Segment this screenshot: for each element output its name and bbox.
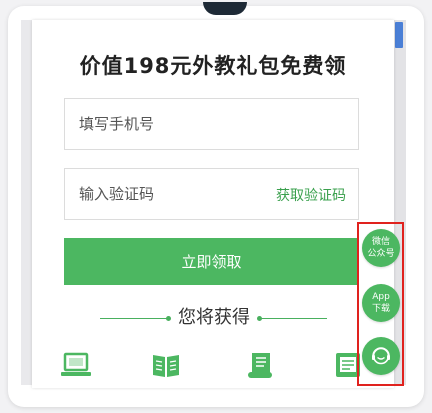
- signup-form-panel: 价值198元外教礼包免费领 获取验证码 立即领取 您将获得: [32, 20, 394, 388]
- certificate-icon: [248, 353, 272, 378]
- claim-now-button[interactable]: 立即领取: [64, 238, 359, 285]
- wechat-label-line1: 微信: [371, 237, 390, 247]
- you-will-get-heading: 您将获得: [178, 307, 250, 328]
- verification-code-field[interactable]: 获取验证码: [64, 168, 359, 220]
- customer-service-icon: [372, 347, 390, 365]
- wechat-label-line2: 公众号: [367, 249, 395, 259]
- app-label-line1: App: [372, 292, 390, 302]
- top-notch: [203, 2, 247, 15]
- scrollbar-thumb[interactable]: [395, 22, 403, 48]
- laptop-icon: [61, 352, 91, 376]
- divider-left: [100, 318, 168, 319]
- app-download-button[interactable]: App 下载: [362, 284, 400, 322]
- phone-input[interactable]: [65, 99, 358, 149]
- form-title: 价值198元外教礼包免费领: [79, 54, 347, 78]
- app-label-line2: 下载: [371, 304, 390, 314]
- book-icon: [153, 355, 179, 377]
- get-code-link[interactable]: 获取验证码: [276, 185, 346, 205]
- divider-right: [259, 318, 327, 319]
- wechat-official-account-button[interactable]: 微信 公众号: [362, 229, 400, 267]
- customer-service-button[interactable]: [362, 337, 400, 375]
- phone-field[interactable]: [64, 98, 359, 150]
